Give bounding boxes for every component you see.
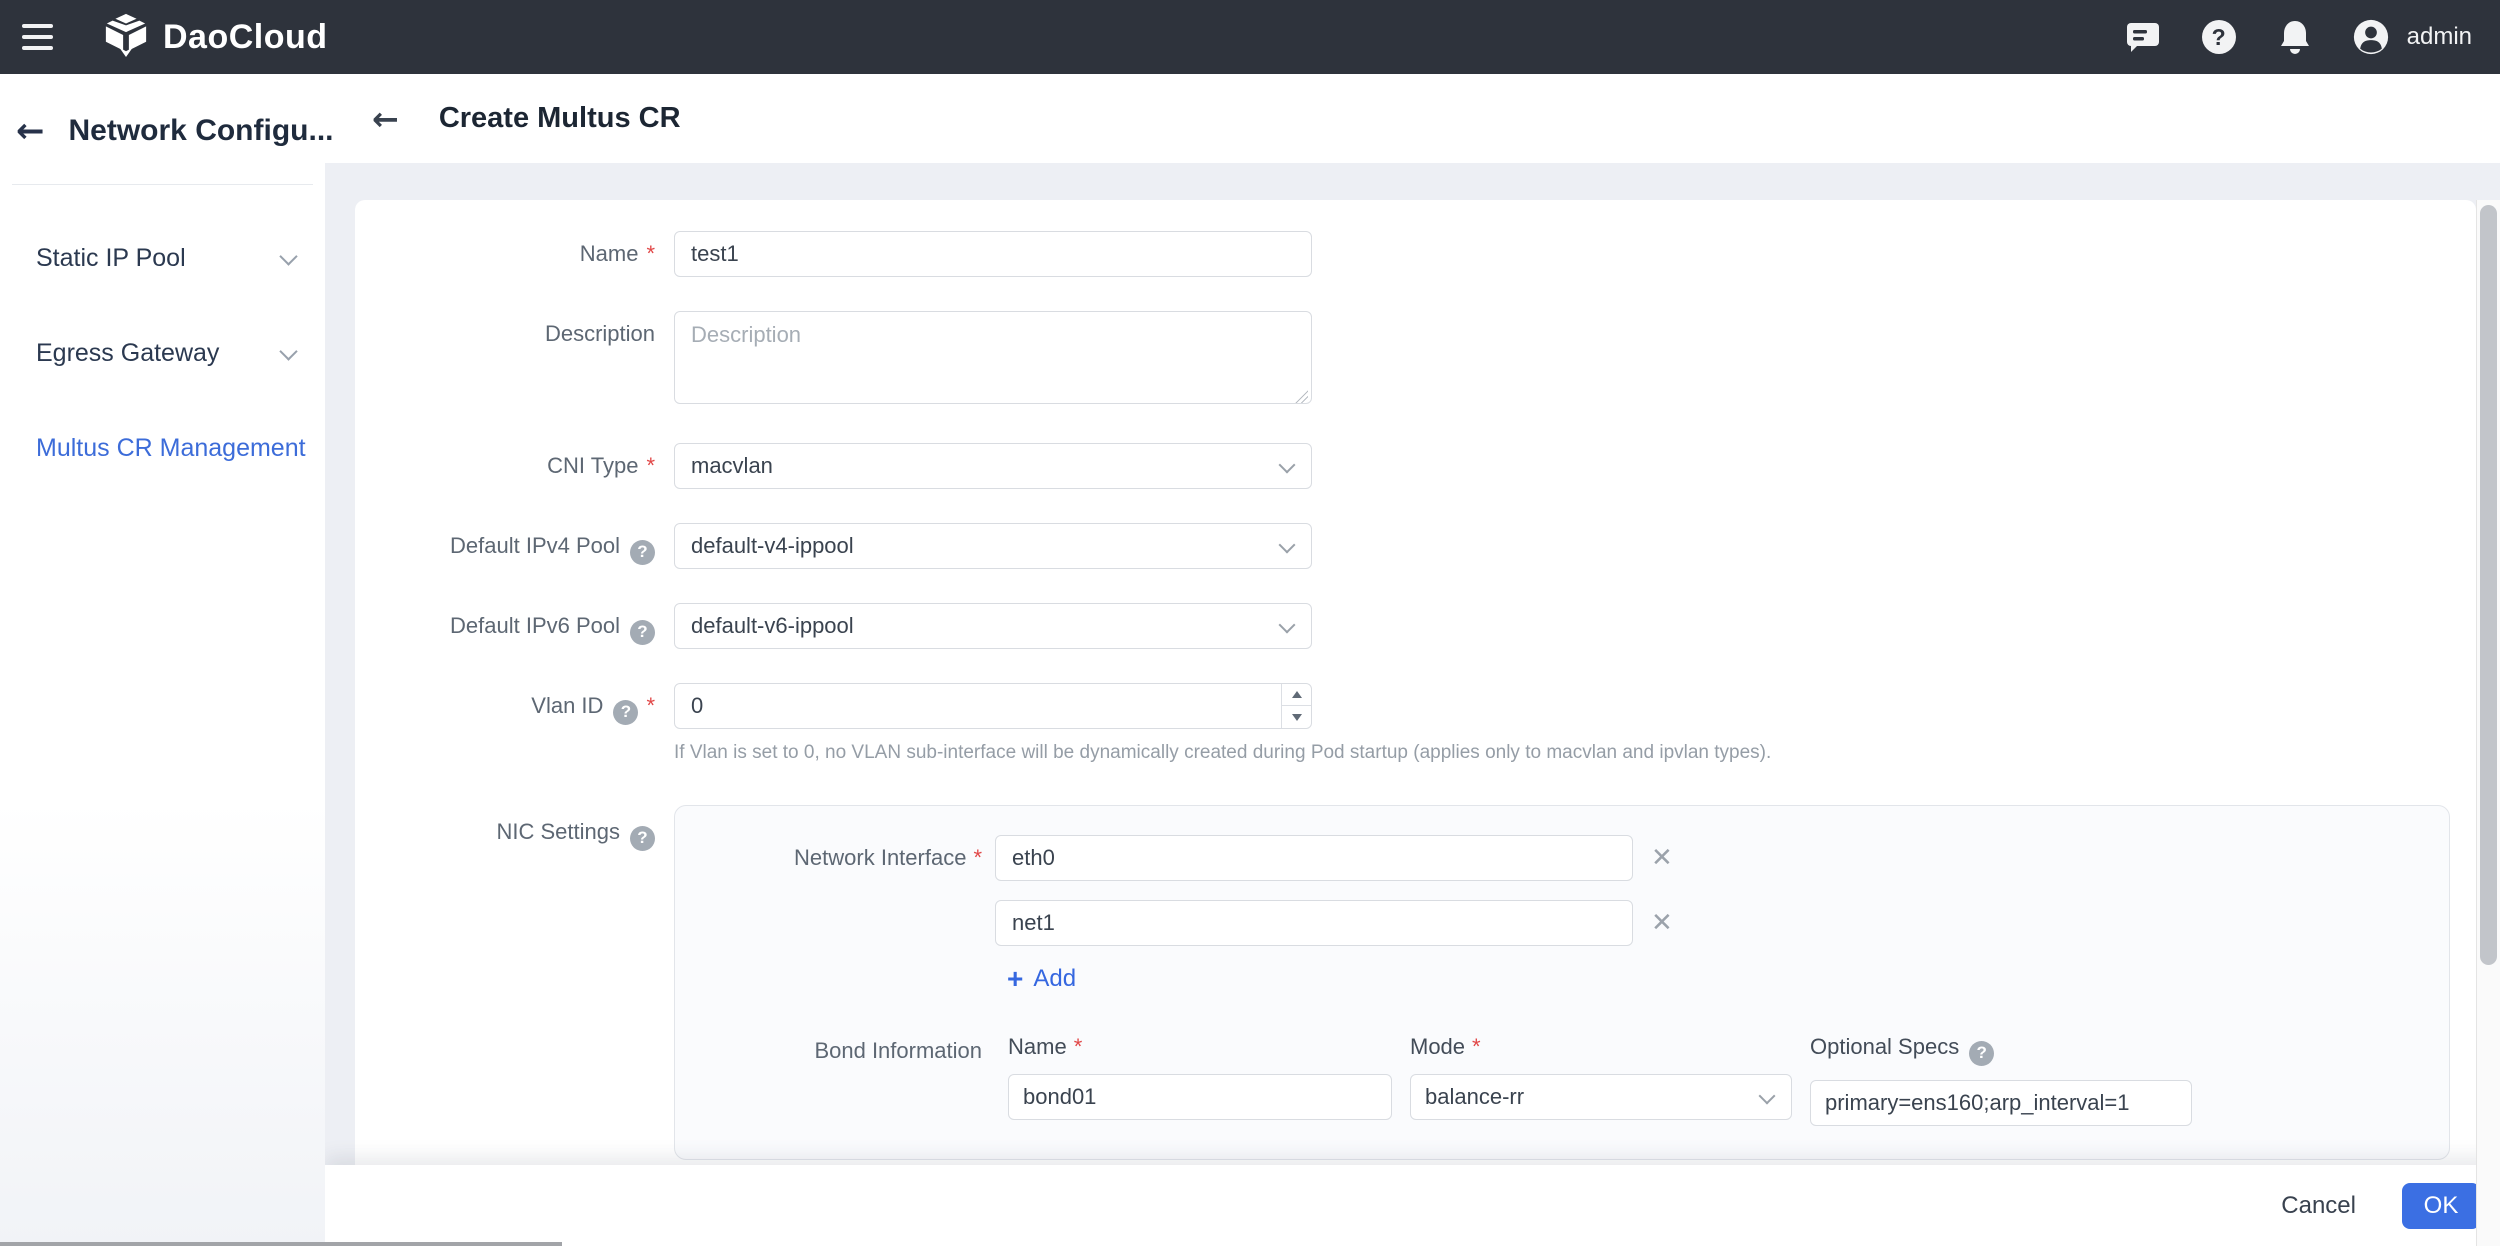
resize-grip-icon[interactable]	[1294, 389, 1308, 403]
brand-name: DaoCloud	[163, 18, 328, 57]
vlan-id-label: Vlan ID?*	[355, 683, 655, 764]
form-footer: Cancel OK	[325, 1165, 2500, 1246]
vertical-scrollbar-thumb[interactable]	[2480, 205, 2497, 965]
help-icon[interactable]: ?	[630, 620, 655, 645]
network-interface-input[interactable]	[995, 900, 1633, 946]
sidebar-item-multus-cr-management[interactable]: Multus CR Management	[0, 426, 325, 470]
bond-information-row: Bond Information Name* Mode*	[675, 1034, 2449, 1126]
help-icon[interactable]: ?	[2201, 19, 2237, 55]
sidebar-item-egress-gateway[interactable]: Egress Gateway	[0, 331, 325, 375]
topbar-actions: ? admin	[2125, 19, 2500, 55]
bond-name-input[interactable]	[1008, 1074, 1392, 1120]
chevron-down-icon	[1759, 1088, 1776, 1105]
sidebar-item-label: Static IP Pool	[36, 244, 186, 273]
optional-specs-label: Optional Specs?	[1810, 1034, 2192, 1066]
plus-icon: +	[1007, 965, 1023, 993]
page-back-icon[interactable]: ←	[372, 103, 399, 135]
sidebar-item-static-ip-pool[interactable]: Static IP Pool	[0, 236, 325, 280]
interface-row: ✕	[675, 900, 2449, 946]
required-marker: *	[646, 453, 655, 478]
app-root: DaoCloud ?	[0, 0, 2500, 1246]
sidebar-item-label: Egress Gateway	[36, 339, 219, 368]
bond-specs-column: Optional Specs?	[1810, 1034, 2192, 1126]
required-marker: *	[1074, 1034, 1083, 1059]
ipv6-pool-label: Default IPv6 Pool?	[355, 603, 655, 649]
chevron-down-icon	[1279, 617, 1296, 634]
description-textarea[interactable]	[674, 311, 1312, 404]
chevron-down-icon	[1279, 537, 1296, 554]
sidebar-back-icon[interactable]: ←	[16, 114, 45, 148]
ipv4-pool-select[interactable]: default-v4-ippool	[674, 523, 1312, 569]
cancel-button[interactable]: Cancel	[2257, 1182, 2380, 1230]
message-icon[interactable]	[2125, 19, 2161, 55]
ipv4-pool-label: Default IPv4 Pool?	[355, 523, 655, 569]
required-marker: *	[1472, 1034, 1481, 1059]
help-icon[interactable]: ?	[630, 540, 655, 565]
required-marker: *	[646, 241, 655, 266]
nic-settings-panel: Network Interface* ✕ ✕ + Add	[674, 805, 2450, 1160]
bond-mode-select[interactable]: balance-rr	[1410, 1074, 1792, 1120]
ok-button[interactable]: OK	[2402, 1183, 2480, 1229]
name-label: Name*	[355, 231, 655, 277]
ipv6-pool-row: Default IPv6 Pool? default-v6-ippool	[355, 603, 2476, 649]
chevron-down-icon	[279, 342, 297, 360]
help-icon[interactable]: ?	[630, 826, 655, 851]
interface-row: Network Interface* ✕	[675, 835, 2449, 881]
stepper-down-button[interactable]	[1282, 706, 1311, 728]
page-title: Create Multus CR	[439, 102, 681, 135]
vlan-hint-text: If Vlan is set to 0, no VLAN sub-interfa…	[674, 742, 1771, 764]
add-interface-button[interactable]: + Add	[1007, 965, 1076, 993]
daocloud-cube-icon	[103, 12, 149, 63]
description-row: Description	[355, 311, 2476, 409]
bond-mode-column: Mode* balance-rr	[1410, 1034, 1792, 1126]
chevron-down-icon	[1279, 457, 1296, 474]
page-header: ← Create Multus CR	[325, 74, 2500, 163]
required-marker: *	[646, 693, 655, 718]
network-interface-label: Network Interface*	[675, 845, 995, 871]
username-label[interactable]: admin	[2407, 23, 2472, 51]
nic-settings-label: NIC Settings?	[355, 805, 655, 1160]
vlan-id-input[interactable]	[674, 683, 1312, 729]
sidebar: ← Network Configu... Static IP Pool Egre…	[0, 74, 325, 1246]
help-icon[interactable]: ?	[1969, 1041, 1994, 1066]
sidebar-title: Network Configu...	[69, 114, 334, 148]
cni-type-label: CNI Type*	[355, 443, 655, 489]
sidebar-item-label: Multus CR Management	[36, 434, 306, 463]
name-input[interactable]	[674, 231, 1312, 277]
optional-specs-input[interactable]	[1810, 1080, 2192, 1126]
sidebar-divider	[12, 184, 313, 185]
form-card: Name* Description CNI Type* macvlan	[355, 200, 2476, 1246]
chevron-down-icon	[279, 247, 297, 265]
network-interface-input[interactable]	[995, 835, 1633, 881]
stepper-up-button[interactable]	[1282, 684, 1311, 706]
cni-type-row: CNI Type* macvlan	[355, 443, 2476, 489]
ipv4-pool-row: Default IPv4 Pool? default-v4-ippool	[355, 523, 2476, 569]
required-marker: *	[973, 845, 982, 870]
hamburger-menu-icon[interactable]	[0, 0, 74, 74]
number-stepper	[1281, 684, 1311, 728]
cni-type-select[interactable]: macvlan	[674, 443, 1312, 489]
help-icon[interactable]: ?	[613, 700, 638, 725]
bond-name-column: Name*	[1008, 1034, 1392, 1126]
description-label: Description	[355, 311, 655, 409]
name-row: Name*	[355, 231, 2476, 277]
notifications-bell-icon[interactable]	[2277, 19, 2313, 55]
bond-mode-label: Mode*	[1410, 1034, 1792, 1060]
user-avatar-icon[interactable]	[2353, 19, 2389, 55]
remove-interface-icon[interactable]: ✕	[1651, 910, 1673, 936]
ipv6-pool-select[interactable]: default-v6-ippool	[674, 603, 1312, 649]
top-bar: DaoCloud ?	[0, 0, 2500, 74]
vertical-scrollbar-track[interactable]	[2476, 200, 2500, 1246]
remove-interface-icon[interactable]: ✕	[1651, 845, 1673, 871]
bond-information-label: Bond Information	[675, 1034, 995, 1126]
nic-settings-row: NIC Settings? Network Interface* ✕ ✕	[355, 805, 2476, 1160]
brand-logo[interactable]: DaoCloud	[103, 12, 328, 63]
bond-name-label: Name*	[1008, 1034, 1392, 1060]
horizontal-scrollbar-thumb[interactable]	[0, 1242, 562, 1246]
vlan-id-row: Vlan ID?* If Vlan is set to 0, no VLAN s…	[355, 683, 2476, 764]
